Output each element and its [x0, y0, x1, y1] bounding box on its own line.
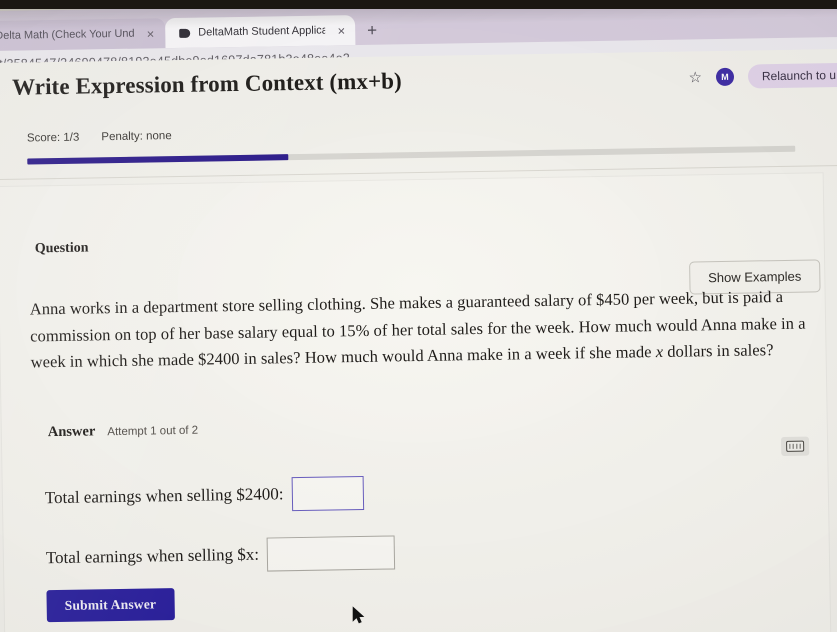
avatar[interactable]: M [715, 67, 735, 87]
close-icon[interactable]: × [333, 23, 345, 38]
answer-input-2[interactable] [266, 535, 396, 572]
answer-heading: Answer [47, 423, 96, 441]
score-label: Score: 1/3 [26, 131, 80, 145]
progress-bar-fill [27, 154, 289, 165]
answer-field-row-2: Total earnings when selling $x: [46, 535, 396, 575]
keyboard-glyph [786, 440, 805, 452]
tab-title: DeltaMath Student Applicati [198, 24, 326, 39]
browser-tab-2[interactable]: DeltaMath Student Applicati × [164, 15, 356, 49]
answer-field-row-1: Total earnings when selling $2400: [44, 475, 364, 515]
answer-field-label-1: Total earnings when selling $2400: [44, 484, 284, 508]
answer-input-1[interactable] [291, 475, 364, 512]
question-card: Question Show Examples Anna works in a d… [0, 173, 831, 632]
close-icon[interactable]: × [143, 26, 155, 41]
attempt-counter: Attempt 1 out of 2 [107, 424, 199, 439]
photo-top-edge [0, 0, 837, 9]
score-row: Score: 1/3 Penalty: none [27, 130, 172, 144]
relaunch-button[interactable]: Relaunch to u [747, 62, 837, 89]
browser-tab-1[interactable]: Delta Math (Check Your Und × [0, 18, 166, 52]
bookmark-star-icon[interactable]: ☆ [688, 68, 702, 86]
deltamath-favicon [179, 28, 191, 38]
page-title: Write Expression from Context (mx+b) [11, 68, 403, 100]
question-heading: Question [34, 240, 89, 257]
keyboard-icon[interactable] [780, 436, 810, 457]
tab-title: Delta Math (Check Your Und [0, 27, 135, 43]
answer-field-label-2: Total earnings when selling $x: [45, 544, 260, 568]
new-tab-button[interactable]: + [355, 21, 387, 46]
deltamath-page: Write Expression from Context (mx+b) ☆ M… [0, 48, 837, 632]
submit-answer-button[interactable]: Submit Answer [46, 588, 175, 623]
penalty-label: Penalty: none [101, 130, 172, 144]
question-text-part2: dollars in sales? [662, 340, 774, 362]
answer-heading-row: Answer Attempt 1 out of 2 [48, 422, 199, 441]
question-text: Anna works in a department store selling… [30, 283, 831, 376]
screen-photo: Window Help [0, 0, 837, 632]
progress-bar [27, 145, 796, 165]
header-actions: ☆ M Relaunch to u [688, 62, 837, 90]
